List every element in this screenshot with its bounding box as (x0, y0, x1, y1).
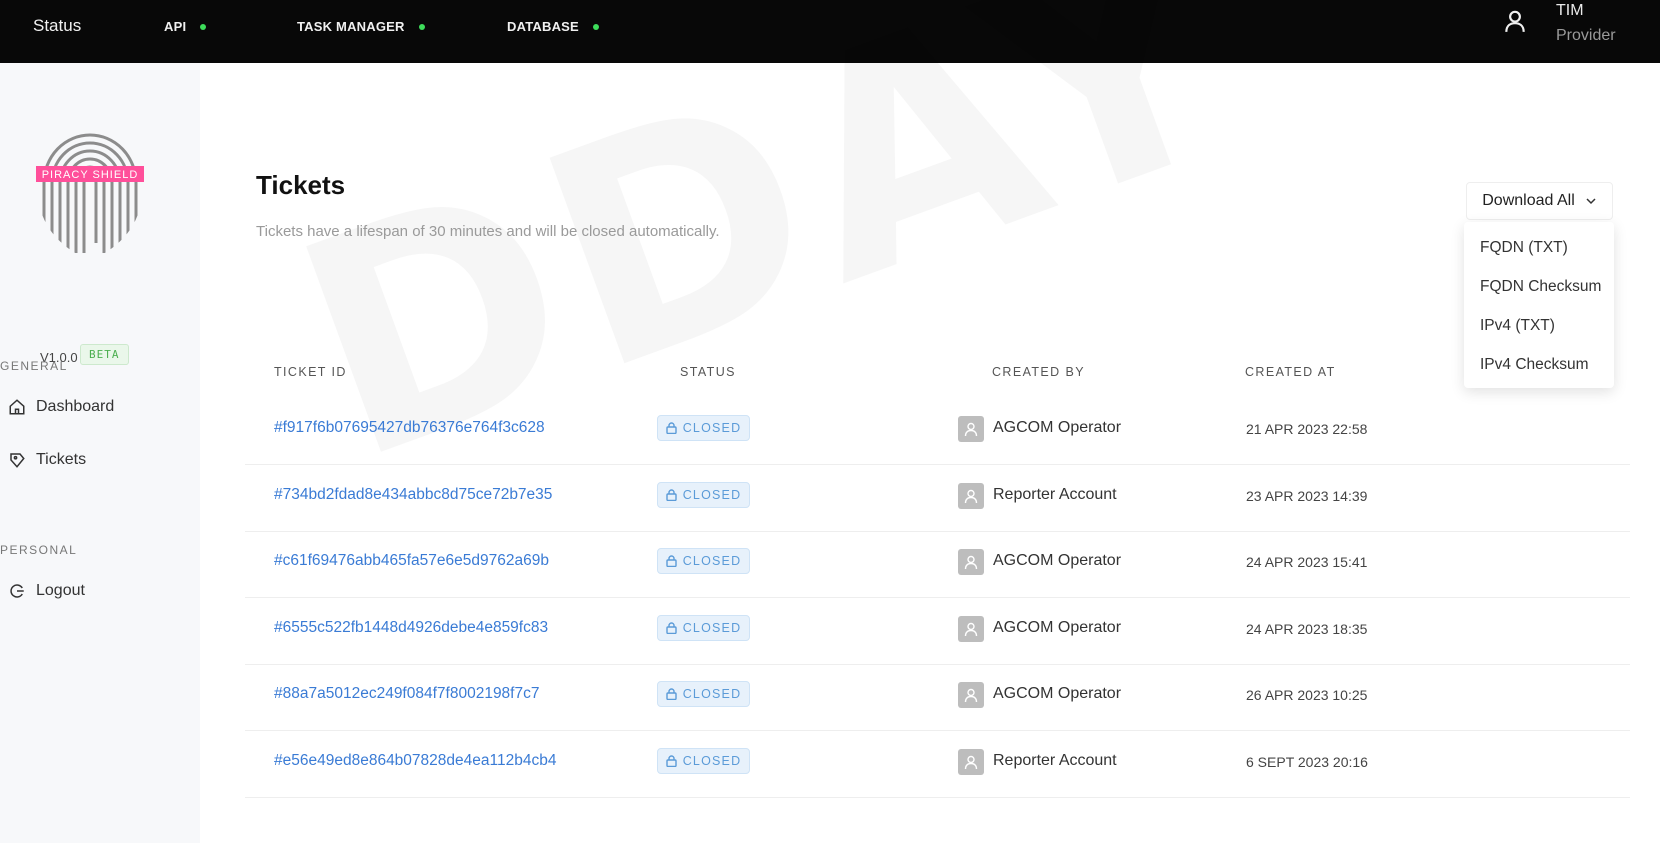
sidebar: PIRACY SHIELD V1.0.0 BETA GENERAL Dashbo… (0, 63, 200, 843)
ticket-icon (10, 453, 25, 468)
user-icon[interactable] (1502, 8, 1528, 34)
lock-icon (665, 755, 677, 767)
section-general-label: GENERAL (0, 359, 68, 373)
lock-icon (665, 622, 677, 634)
ticket-id-link[interactable]: #88a7a5012ec249f084f7f8002198f7c7 (274, 685, 539, 703)
created-by: AGCOM Operator (993, 419, 1122, 436)
section-personal-label: PERSONAL (0, 543, 78, 557)
table-row[interactable]: #c61f69476abb465fa57e6e5d9762a69b CLOSED… (245, 528, 1630, 598)
created-at: 21 APR 2023 22:58 (1246, 421, 1368, 437)
user-avatar-icon (964, 555, 978, 570)
table-row[interactable]: #e56e49ed8e864b07828de4ea112b4cb4 CLOSED… (245, 728, 1630, 798)
lock-icon (665, 688, 677, 700)
column-header-ticket-id: TICKET ID (274, 365, 347, 379)
home-icon (9, 399, 25, 415)
avatar (958, 616, 984, 642)
created-by: Reporter Account (993, 486, 1117, 503)
created-at: 6 SEPT 2023 20:16 (1246, 754, 1368, 770)
ticket-id-link[interactable]: #c61f69476abb465fa57e6e5d9762a69b (274, 552, 549, 570)
created-at: 23 APR 2023 14:39 (1246, 488, 1368, 504)
ticket-id-link[interactable]: #734bd2fdad8e434abbc8d75ce72b7e35 (274, 486, 552, 504)
avatar (958, 549, 984, 575)
user-role: Provider (1556, 27, 1616, 44)
status-badge: CLOSED (657, 548, 750, 574)
status-badge: CLOSED (657, 748, 750, 774)
status-dot-icon (418, 23, 425, 30)
created-by: AGCOM Operator (993, 685, 1122, 702)
status-badge: CLOSED (657, 482, 750, 508)
user-name[interactable]: TIM (1556, 2, 1584, 20)
status-text: CLOSED (682, 754, 742, 768)
status-text: CLOSED (682, 421, 742, 435)
status-text: CLOSED (682, 621, 742, 635)
beta-badge: BETA (80, 344, 129, 365)
logout-icon (10, 584, 24, 598)
avatar (958, 682, 984, 708)
service-name: API (164, 19, 187, 34)
user-avatar-icon (964, 489, 978, 504)
table-row[interactable]: #f917f6b07695427db76376e764f3c628 CLOSED… (245, 395, 1630, 465)
menu-item-fqdn-checksum[interactable]: FQDN Checksum (1480, 278, 1601, 296)
created-at: 26 APR 2023 10:25 (1246, 687, 1368, 703)
status-label: Status (33, 16, 82, 35)
lock-icon (665, 555, 677, 567)
status-text: CLOSED (682, 687, 742, 701)
status-dot-icon (592, 23, 599, 30)
menu-item-fqdn-txt[interactable]: FQDN (TXT) (1480, 239, 1568, 257)
sidebar-item-logout[interactable]: Logout (8, 578, 85, 604)
user-avatar-icon (964, 622, 978, 637)
avatar (958, 483, 984, 509)
download-all-label: Download All (1482, 192, 1575, 209)
ticket-id-link[interactable]: #e56e49ed8e864b07828de4ea112b4cb4 (274, 752, 556, 770)
status-badge: CLOSED (657, 615, 750, 641)
user-avatar-icon (964, 755, 978, 770)
sidebar-item-label: Dashboard (36, 398, 115, 415)
sidebar-item-label: Tickets (36, 451, 87, 468)
status-text: CLOSED (682, 554, 742, 568)
status-dot-icon (200, 23, 207, 30)
download-all-button[interactable]: Download All (1466, 182, 1613, 220)
lock-icon (665, 489, 677, 501)
service-database: DATABASE (507, 19, 599, 34)
svg-text:PIRACY SHIELD: PIRACY SHIELD (42, 169, 139, 181)
status-text: CLOSED (682, 488, 742, 502)
status-bar: Status API TASK MANAGER DATABASE TIM Pro… (0, 0, 1660, 63)
avatar (958, 416, 984, 442)
lock-icon (665, 422, 677, 434)
chevron-down-icon (1586, 198, 1596, 205)
column-header-created-by: CREATED BY (992, 365, 1085, 379)
service-name: TASK MANAGER (297, 19, 405, 34)
user-avatar-icon (964, 422, 978, 437)
menu-item-ipv4-txt[interactable]: IPv4 (TXT) (1480, 317, 1555, 335)
ticket-id-link[interactable]: #f917f6b07695427db76376e764f3c628 (274, 419, 545, 437)
created-at: 24 APR 2023 15:41 (1246, 554, 1368, 570)
service-name: DATABASE (507, 19, 579, 34)
service-api: API (164, 19, 207, 34)
piracy-shield-logo: PIRACY SHIELD (36, 133, 144, 253)
table-row[interactable]: #734bd2fdad8e434abbc8d75ce72b7e35 CLOSED… (245, 462, 1630, 532)
status-badge: CLOSED (657, 415, 750, 441)
status-badge: CLOSED (657, 681, 750, 707)
download-dropdown-menu: FQDN (TXT) FQDN Checksum IPv4 (TXT) IPv4… (1464, 222, 1614, 388)
created-by: AGCOM Operator (993, 552, 1122, 569)
avatar (958, 749, 984, 775)
created-by: Reporter Account (993, 752, 1117, 769)
ticket-id-link[interactable]: #6555c522fb1448d4926debe4e859fc83 (274, 619, 548, 637)
sidebar-item-dashboard[interactable]: Dashboard (8, 394, 114, 420)
page-subtitle: Tickets have a lifespan of 30 minutes an… (256, 223, 720, 240)
created-at: 24 APR 2023 18:35 (1246, 621, 1368, 637)
service-task-manager: TASK MANAGER (297, 19, 425, 34)
column-header-created-at: CREATED AT (1245, 365, 1336, 379)
sidebar-item-label: Logout (36, 582, 85, 599)
table-row[interactable]: #6555c522fb1448d4926debe4e859fc83 CLOSED… (245, 595, 1630, 665)
column-header-status: STATUS (680, 365, 736, 379)
menu-item-ipv4-checksum[interactable]: IPv4 Checksum (1480, 356, 1589, 374)
page-title: Tickets (256, 170, 346, 200)
sidebar-item-tickets[interactable]: Tickets (8, 447, 86, 473)
table-row[interactable]: #88a7a5012ec249f084f7f8002198f7c7 CLOSED… (245, 661, 1630, 731)
created-by: AGCOM Operator (993, 619, 1122, 636)
user-avatar-icon (964, 688, 978, 703)
